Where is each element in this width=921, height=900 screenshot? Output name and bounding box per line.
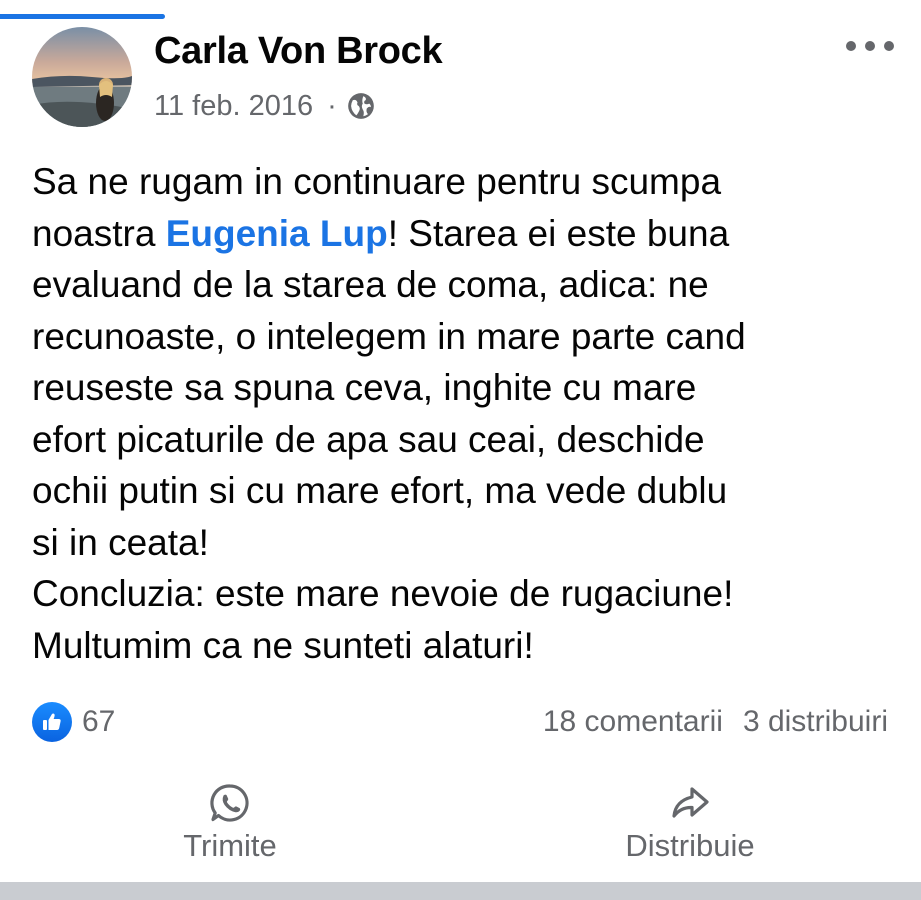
- share-label: Distribuie: [625, 828, 755, 863]
- globe-icon: [347, 92, 375, 120]
- post-text-line: recunoaste, o intelegem in mare parte ca…: [32, 315, 746, 357]
- reactions-count: 67: [82, 705, 116, 738]
- mention-link[interactable]: Eugenia Lup: [166, 213, 388, 254]
- reactions-summary[interactable]: 67: [32, 702, 115, 742]
- active-tab-indicator: [0, 14, 165, 19]
- feed-separator: [0, 882, 921, 900]
- author-name[interactable]: Carla Von Brock: [154, 30, 443, 73]
- post-meta: 11 feb. 2016 ·: [154, 88, 375, 124]
- post-text-line: Concluzia: este mare nevoie de rugaciune…: [32, 573, 734, 614]
- send-whatsapp-button[interactable]: Trimite: [150, 782, 310, 864]
- more-options-button[interactable]: [840, 30, 900, 62]
- post-text-line: reuseste sa spuna ceva, inghite cu mare: [32, 367, 697, 408]
- post-text-line: evaluand de la starea de coma, adica: ne: [32, 264, 709, 305]
- post-text-line: efort picaturile de apa sau ceai, deschi…: [32, 418, 705, 460]
- send-label: Trimite: [183, 828, 277, 863]
- meta-separator: ·: [327, 89, 337, 122]
- post-text-line: noastra Eugenia Lup! Starea ei este buna: [32, 212, 730, 254]
- avatar-photo: [32, 27, 132, 127]
- post-text-line: Multumim ca ne sunteti alaturi!: [32, 624, 534, 666]
- post-text-line: si in ceata!: [32, 521, 209, 563]
- post-date[interactable]: 11 feb. 2016: [154, 90, 313, 123]
- post-text-line: ochii putin si cu mare efort, ma vede du…: [32, 470, 728, 511]
- post-text: Sa ne rugam in continuare pentru scumpa …: [32, 156, 902, 671]
- more-dots-icon: [846, 41, 894, 51]
- like-icon: [32, 702, 72, 742]
- share-button[interactable]: Distribuie: [600, 782, 780, 864]
- shares-count-link[interactable]: 3 distribuiri: [743, 705, 888, 739]
- author-avatar[interactable]: [32, 27, 132, 127]
- whatsapp-icon: [209, 782, 251, 824]
- engagement-stats: 18 comentarii 3 distribuiri: [543, 702, 888, 742]
- post-text-line: Sa ne rugam in continuare pentru scumpa: [32, 161, 722, 202]
- share-arrow-icon: [669, 782, 711, 824]
- comments-count-link[interactable]: 18 comentarii: [543, 705, 723, 739]
